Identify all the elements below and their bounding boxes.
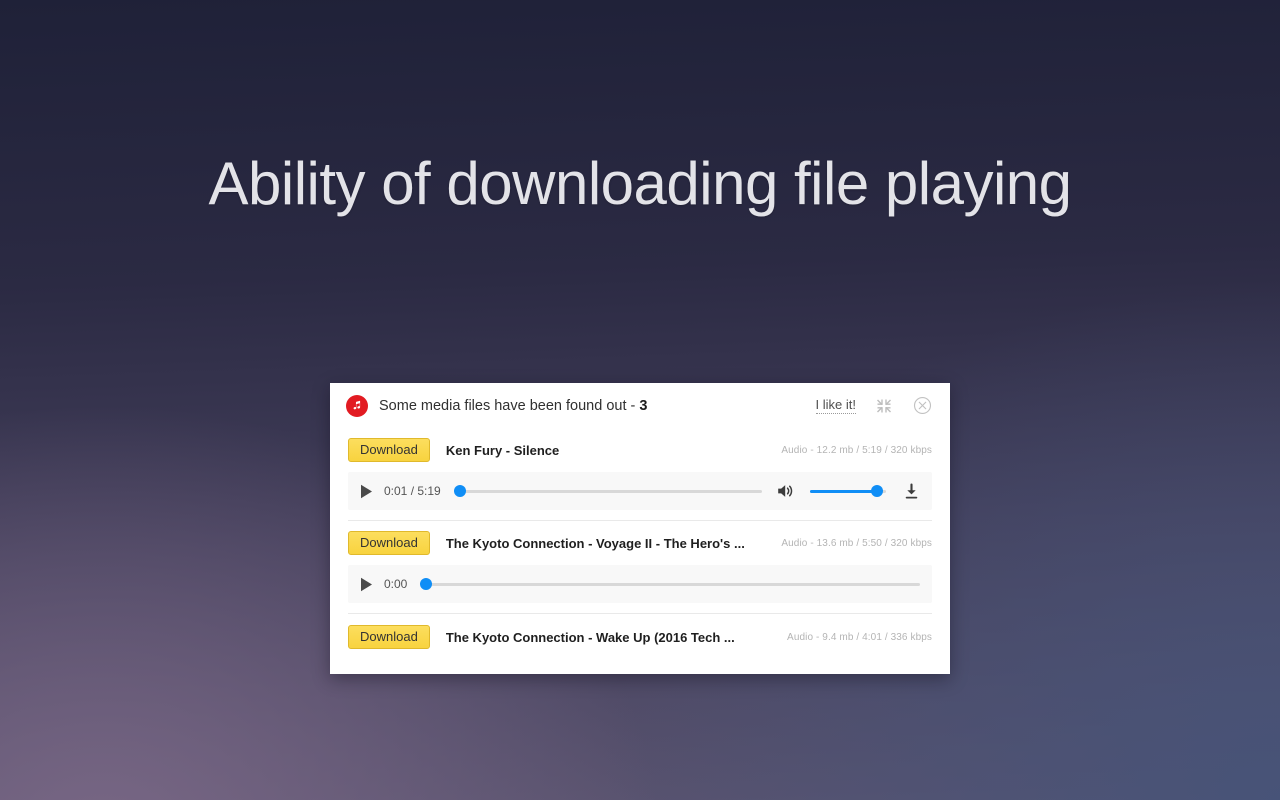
media-item-meta: Audio - 9.4 mb / 4:01 / 336 kbps: [787, 631, 932, 643]
media-item: Download Ken Fury - Silence Audio - 12.2…: [330, 428, 950, 510]
play-icon[interactable]: [358, 576, 374, 592]
volume-slider[interactable]: [810, 485, 886, 497]
like-link[interactable]: I like it!: [815, 397, 856, 414]
audio-player: 0:00: [348, 565, 932, 603]
panel-header-actions: I like it!: [815, 396, 932, 416]
time-display: 0:00: [384, 577, 408, 591]
media-item-meta: Audio - 13.6 mb / 5:50 / 320 kbps: [781, 537, 932, 549]
time-display: 0:01 / 5:19: [384, 484, 441, 498]
download-button[interactable]: Download: [348, 531, 430, 555]
volume-fill: [810, 489, 877, 493]
media-item: Download The Kyoto Connection - Wake Up …: [330, 614, 950, 660]
media-item-header: Download Ken Fury - Silence Audio - 12.2…: [348, 428, 932, 472]
media-item-header: Download The Kyoto Connection - Wake Up …: [348, 614, 932, 660]
close-circle-icon[interactable]: [912, 396, 932, 416]
audio-player: 0:01 / 5:19: [348, 472, 932, 510]
panel-title: Some media files have been found out - 3: [379, 398, 647, 414]
panel-header: Some media files have been found out - 3…: [330, 383, 950, 428]
download-arrow-icon[interactable]: [902, 482, 920, 500]
download-button[interactable]: Download: [348, 625, 430, 649]
progress-slider[interactable]: [419, 578, 920, 590]
collapse-arrows-icon[interactable]: [874, 396, 894, 416]
progress-slider[interactable]: [453, 485, 762, 497]
media-item-title: The Kyoto Connection - Voyage II - The H…: [445, 535, 745, 551]
panel-title-count: 3: [639, 397, 648, 414]
music-note-icon: [346, 394, 368, 417]
download-button[interactable]: Download: [348, 438, 430, 462]
media-item-title: Ken Fury - Silence: [445, 442, 560, 458]
volume-thumb[interactable]: [870, 485, 883, 497]
progress-thumb[interactable]: [419, 578, 432, 590]
media-item-meta: Audio - 12.2 mb / 5:19 / 320 kbps: [781, 444, 932, 456]
media-item-header: Download The Kyoto Connection - Voyage I…: [348, 521, 932, 565]
progress-thumb[interactable]: [453, 485, 466, 497]
play-icon[interactable]: [358, 483, 374, 499]
media-finder-panel: Some media files have been found out - 3…: [330, 383, 950, 674]
page-title: Ability of downloading file playing: [208, 150, 1072, 217]
media-item-title: The Kyoto Connection - Wake Up (2016 Tec…: [445, 629, 735, 645]
volume-icon[interactable]: [776, 481, 796, 501]
panel-bottom-spacer: [330, 660, 950, 674]
media-item: Download The Kyoto Connection - Voyage I…: [330, 521, 950, 603]
panel-title-text: Some media files have been found out -: [379, 397, 640, 414]
